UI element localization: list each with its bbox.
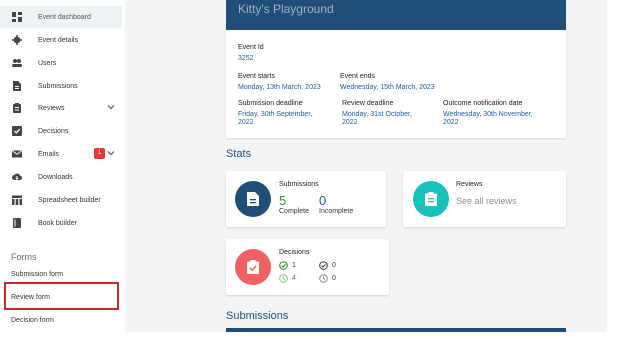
reviews-stat-title: Reviews bbox=[456, 181, 483, 188]
submissions-table-header bbox=[226, 328, 566, 332]
event-header: Kitty's Playground bbox=[226, 0, 566, 30]
pending-clock-icon bbox=[319, 274, 328, 283]
dashboard-icon bbox=[12, 12, 22, 22]
sidebar-item-label: Emails bbox=[38, 150, 60, 158]
submission-deadline-value: Friday, 30th September, bbox=[238, 111, 313, 118]
mail-icon bbox=[12, 150, 22, 158]
table-icon bbox=[12, 195, 22, 205]
gear-icon bbox=[12, 35, 22, 45]
event-ends-value: Wednesday, 15th March, 2023 bbox=[340, 84, 435, 91]
outcome-date-value: Wednesday, 30th November, bbox=[443, 111, 533, 118]
review-deadline-year: 2022 bbox=[342, 119, 358, 126]
review-icon bbox=[13, 103, 21, 113]
sidebar-item-submissions[interactable]: Submissions bbox=[0, 75, 122, 97]
clipboard-icon bbox=[425, 192, 437, 206]
rejected-count: 0 bbox=[332, 262, 336, 269]
sidebar-item-label: Event details bbox=[38, 36, 79, 44]
decisions-stat-card[interactable]: Decisions 1 0 4 0 bbox=[226, 239, 389, 295]
incomplete-count: 0 bbox=[319, 193, 327, 208]
pending-count: 0 bbox=[332, 275, 336, 282]
event-id-value: 3252 bbox=[238, 55, 254, 62]
sidebar-item-reviews[interactable]: Reviews bbox=[0, 97, 122, 119]
review-deadline-value: Monday, 31st October, bbox=[342, 111, 412, 118]
sidebar-item-book-builder[interactable]: Book builder bbox=[0, 212, 122, 234]
complete-label: Complete bbox=[279, 208, 309, 215]
sidebar-item-label: Book builder bbox=[38, 219, 77, 227]
form-link-decision[interactable]: Decision form bbox=[11, 317, 54, 324]
bottom-strip bbox=[125, 332, 607, 339]
review-deadline-label: Review deadline bbox=[342, 100, 394, 107]
sidebar: Event dashboard Event details Users Subm… bbox=[0, 0, 125, 339]
forms-section-title: Forms bbox=[11, 252, 37, 262]
complete-count: 5 bbox=[279, 193, 287, 208]
event-id-label: Event Id bbox=[238, 44, 264, 51]
accepted-pending-count: 4 bbox=[292, 275, 296, 282]
outcome-date-label: Outcome notification date bbox=[443, 100, 523, 107]
book-icon bbox=[13, 218, 21, 228]
document-icon bbox=[13, 81, 21, 91]
sidebar-item-spreadsheet-builder[interactable]: Spreadsheet builder bbox=[0, 189, 122, 211]
submission-deadline-label: Submission deadline bbox=[238, 100, 303, 107]
see-all-reviews-link[interactable]: See all reviews bbox=[456, 196, 517, 206]
sidebar-item-users[interactable]: Users bbox=[0, 52, 122, 74]
users-icon bbox=[12, 59, 22, 67]
submissions-heading: Submissions bbox=[226, 310, 289, 322]
chevron-down-icon[interactable] bbox=[107, 149, 115, 157]
sidebar-item-label: Spreadsheet builder bbox=[38, 196, 101, 204]
highlight-box bbox=[4, 282, 119, 310]
sidebar-item-label: Decisions bbox=[38, 127, 69, 135]
submissions-stat-card[interactable]: Submissions 5 Complete 0 Incomplete bbox=[226, 171, 386, 227]
sidebar-item-emails[interactable]: Emails 1 bbox=[0, 143, 122, 165]
rejected-icon bbox=[319, 261, 328, 270]
event-starts-value: Monday, 13th March, 2023 bbox=[238, 84, 321, 91]
clipboard-check-icon bbox=[247, 260, 259, 274]
submissions-circle bbox=[235, 181, 271, 217]
sidebar-item-label: Event dashboard bbox=[38, 13, 91, 21]
submission-deadline-year: 2022 bbox=[238, 119, 254, 126]
sidebar-item-decisions[interactable]: Decisions bbox=[0, 120, 122, 142]
unread-badge: 1 bbox=[94, 148, 105, 159]
event-info-card: Event Id 3252 Event starts Monday, 13th … bbox=[226, 30, 566, 138]
submissions-stat-title: Submissions bbox=[279, 181, 319, 188]
right-gutter bbox=[607, 0, 617, 339]
sidebar-item-label: Downloads bbox=[38, 173, 73, 181]
checkbox-icon bbox=[12, 126, 22, 136]
cloud-download-icon bbox=[12, 173, 22, 180]
accepted-check-icon bbox=[279, 261, 288, 270]
chevron-down-icon[interactable] bbox=[107, 103, 115, 111]
incomplete-label: Incomplete bbox=[319, 208, 354, 215]
accepted-pending-icon bbox=[279, 274, 288, 283]
event-starts-label: Event starts bbox=[238, 73, 275, 80]
decisions-stat-title: Decisions bbox=[279, 249, 310, 256]
outcome-date-year: 2022 bbox=[443, 119, 459, 126]
sidebar-item-label: Users bbox=[38, 59, 57, 67]
stats-heading: Stats bbox=[226, 148, 252, 160]
event-ends-label: Event ends bbox=[340, 73, 376, 80]
sidebar-item-event-details[interactable]: Event details bbox=[0, 29, 122, 51]
event-title: Kitty's Playground bbox=[238, 2, 334, 16]
sidebar-item-label: Reviews bbox=[38, 104, 65, 112]
sidebar-item-label: Submissions bbox=[38, 82, 78, 90]
document-icon bbox=[247, 192, 259, 206]
form-link-submission[interactable]: Submission form bbox=[11, 271, 63, 278]
reviews-stat-card[interactable]: Reviews See all reviews bbox=[403, 171, 566, 227]
sidebar-item-downloads[interactable]: Downloads bbox=[0, 166, 122, 188]
decisions-circle bbox=[235, 249, 271, 285]
sidebar-item-event-dashboard[interactable]: Event dashboard bbox=[0, 6, 122, 28]
accepted-count: 1 bbox=[292, 262, 296, 269]
reviews-circle bbox=[413, 181, 449, 217]
